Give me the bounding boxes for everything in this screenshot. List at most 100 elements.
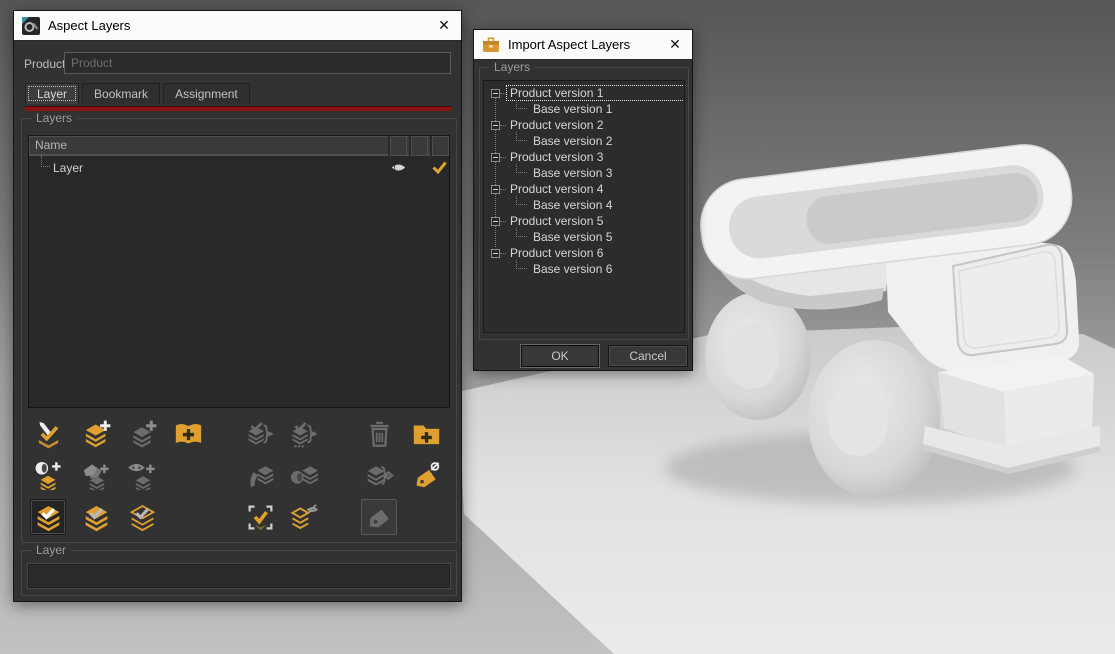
red-progress-bar: [25, 106, 452, 111]
tree-branch-line: [500, 93, 506, 94]
select-checked-icon: [246, 503, 275, 532]
eye-icon[interactable]: [391, 162, 406, 176]
add-tag-layer-button[interactable]: [78, 457, 114, 493]
tree-item-product[interactable]: Product version 5: [484, 213, 684, 229]
add-child-layer-icon: [128, 420, 157, 449]
tree-collapse-icon[interactable]: [491, 89, 500, 98]
layers-checked-button[interactable]: [30, 499, 66, 535]
paint-layers-icon: [246, 461, 275, 490]
paint-layers-button[interactable]: [242, 457, 278, 493]
untag-layer-icon: [412, 461, 441, 490]
lock-column-header[interactable]: [409, 136, 428, 156]
tree-branch-line: [500, 157, 506, 158]
check-icon[interactable]: [432, 161, 447, 177]
add-material-layer-button[interactable]: [30, 457, 66, 493]
tree-collapse-icon[interactable]: [491, 121, 500, 130]
select-checked-button[interactable]: [242, 499, 278, 535]
tree-branch-line: [516, 228, 527, 237]
tree-branch-line: [500, 221, 506, 222]
layers-checked-outline-button[interactable]: [124, 499, 160, 535]
layers-variant-add-icon: [365, 461, 394, 490]
tree-item-product[interactable]: Product version 4: [484, 181, 684, 197]
tree-item-label: Product version 5: [507, 214, 606, 228]
window-title: Aspect Layers: [48, 18, 130, 33]
aspect-layers-app-icon: [22, 17, 40, 35]
layers-table[interactable]: Name Layer: [28, 135, 450, 408]
tree-branch-line: [500, 253, 506, 254]
layers-hidden-button[interactable]: [286, 499, 322, 535]
tree-branch-line: [500, 189, 506, 190]
layers-to-variant-all-button[interactable]: [286, 416, 322, 452]
layers-table-header[interactable]: Name: [29, 136, 449, 156]
cancel-button[interactable]: Cancel: [608, 345, 688, 367]
tree-item-product[interactable]: Product version 6: [484, 245, 684, 261]
tree-item-product[interactable]: Product version 1: [484, 85, 684, 101]
tree-item-base[interactable]: Base version 5: [484, 229, 684, 245]
tree-item-base[interactable]: Base version 2: [484, 133, 684, 149]
add-child-layer-button[interactable]: [124, 416, 160, 452]
import-aspect-layers-window: Import Aspect Layers ✕ Layers Product ve…: [473, 29, 693, 371]
tab-strip: Layer Bookmark Assignment: [25, 83, 250, 104]
tree-collapse-icon[interactable]: [491, 153, 500, 162]
close-icon[interactable]: ✕: [658, 30, 692, 60]
aspect-layers-titlebar[interactable]: Aspect Layers ✕: [14, 11, 461, 41]
add-folder-icon: [412, 420, 441, 449]
import-layers-tree[interactable]: Product version 1Base version 1 Product v…: [483, 80, 685, 333]
tree-item-label: Base version 4: [530, 198, 615, 212]
product-label: Product:: [24, 57, 69, 71]
layers-to-variant-button[interactable]: [242, 416, 278, 452]
tree-branch-line: [41, 155, 50, 167]
layers-to-variant-all-icon: [290, 420, 319, 449]
tab-bookmark[interactable]: Bookmark: [82, 83, 160, 104]
tree-collapse-icon[interactable]: [491, 185, 500, 194]
layers-checked-icon: [82, 503, 111, 532]
tree-item-label: Product version 3: [507, 150, 606, 164]
tree-item-label: Base version 1: [530, 102, 615, 116]
product-input[interactable]: [64, 52, 451, 74]
tree-item-product[interactable]: Product version 3: [484, 149, 684, 165]
layers-to-variant-icon: [246, 420, 275, 449]
visibility-column-header[interactable]: [388, 136, 407, 156]
checked-column-header[interactable]: [430, 136, 449, 156]
untag-layer-button[interactable]: [408, 457, 444, 493]
tree-item-base[interactable]: Base version 6: [484, 261, 684, 277]
layers-checked-outline-icon: [128, 503, 157, 532]
add-tag-layer-icon: [82, 461, 111, 490]
tree-collapse-icon[interactable]: [491, 217, 500, 226]
edit-layer-check-button[interactable]: [30, 416, 66, 452]
tree-branch-line: [516, 196, 527, 205]
tree-item-base[interactable]: Base version 1: [484, 101, 684, 117]
close-icon[interactable]: ✕: [427, 11, 461, 41]
layers-group-label: Layers: [31, 111, 77, 125]
table-row[interactable]: Layer: [29, 157, 449, 178]
tree-item-base[interactable]: Base version 4: [484, 197, 684, 213]
add-book-layer-button[interactable]: [170, 416, 206, 452]
layers-variant-add-button[interactable]: [361, 457, 397, 493]
edit-layer-check-icon: [34, 420, 63, 449]
tree-item-label: Product version 2: [507, 118, 606, 132]
tab-layer[interactable]: Layer: [25, 83, 79, 104]
delete-layer-button[interactable]: [361, 416, 397, 452]
delete-layer-icon: [365, 420, 394, 449]
tab-assignment[interactable]: Assignment: [163, 83, 250, 104]
tree-collapse-icon[interactable]: [491, 249, 500, 258]
material-layers-button[interactable]: [286, 457, 322, 493]
tree-branch-line: [516, 132, 527, 141]
tree-item-base[interactable]: Base version 3: [484, 165, 684, 181]
add-visibility-layer-button[interactable]: [124, 457, 160, 493]
tree-branch-line: [516, 260, 527, 269]
import-toolbox-icon: [482, 37, 500, 53]
tag-button[interactable]: [361, 499, 397, 535]
add-book-layer-icon: [174, 420, 203, 449]
name-column-header[interactable]: Name: [35, 138, 67, 152]
layers-checked-button[interactable]: [78, 499, 114, 535]
add-layer-icon: [82, 420, 111, 449]
tree-item-label: Base version 6: [530, 262, 615, 276]
tree-item-product[interactable]: Product version 2: [484, 117, 684, 133]
ok-button[interactable]: OK: [521, 345, 599, 367]
add-folder-button[interactable]: [408, 416, 444, 452]
add-layer-button[interactable]: [78, 416, 114, 452]
layer-name-input[interactable]: [28, 564, 450, 588]
import-titlebar[interactable]: Import Aspect Layers ✕: [474, 30, 692, 60]
tree-item-label: Base version 3: [530, 166, 615, 180]
